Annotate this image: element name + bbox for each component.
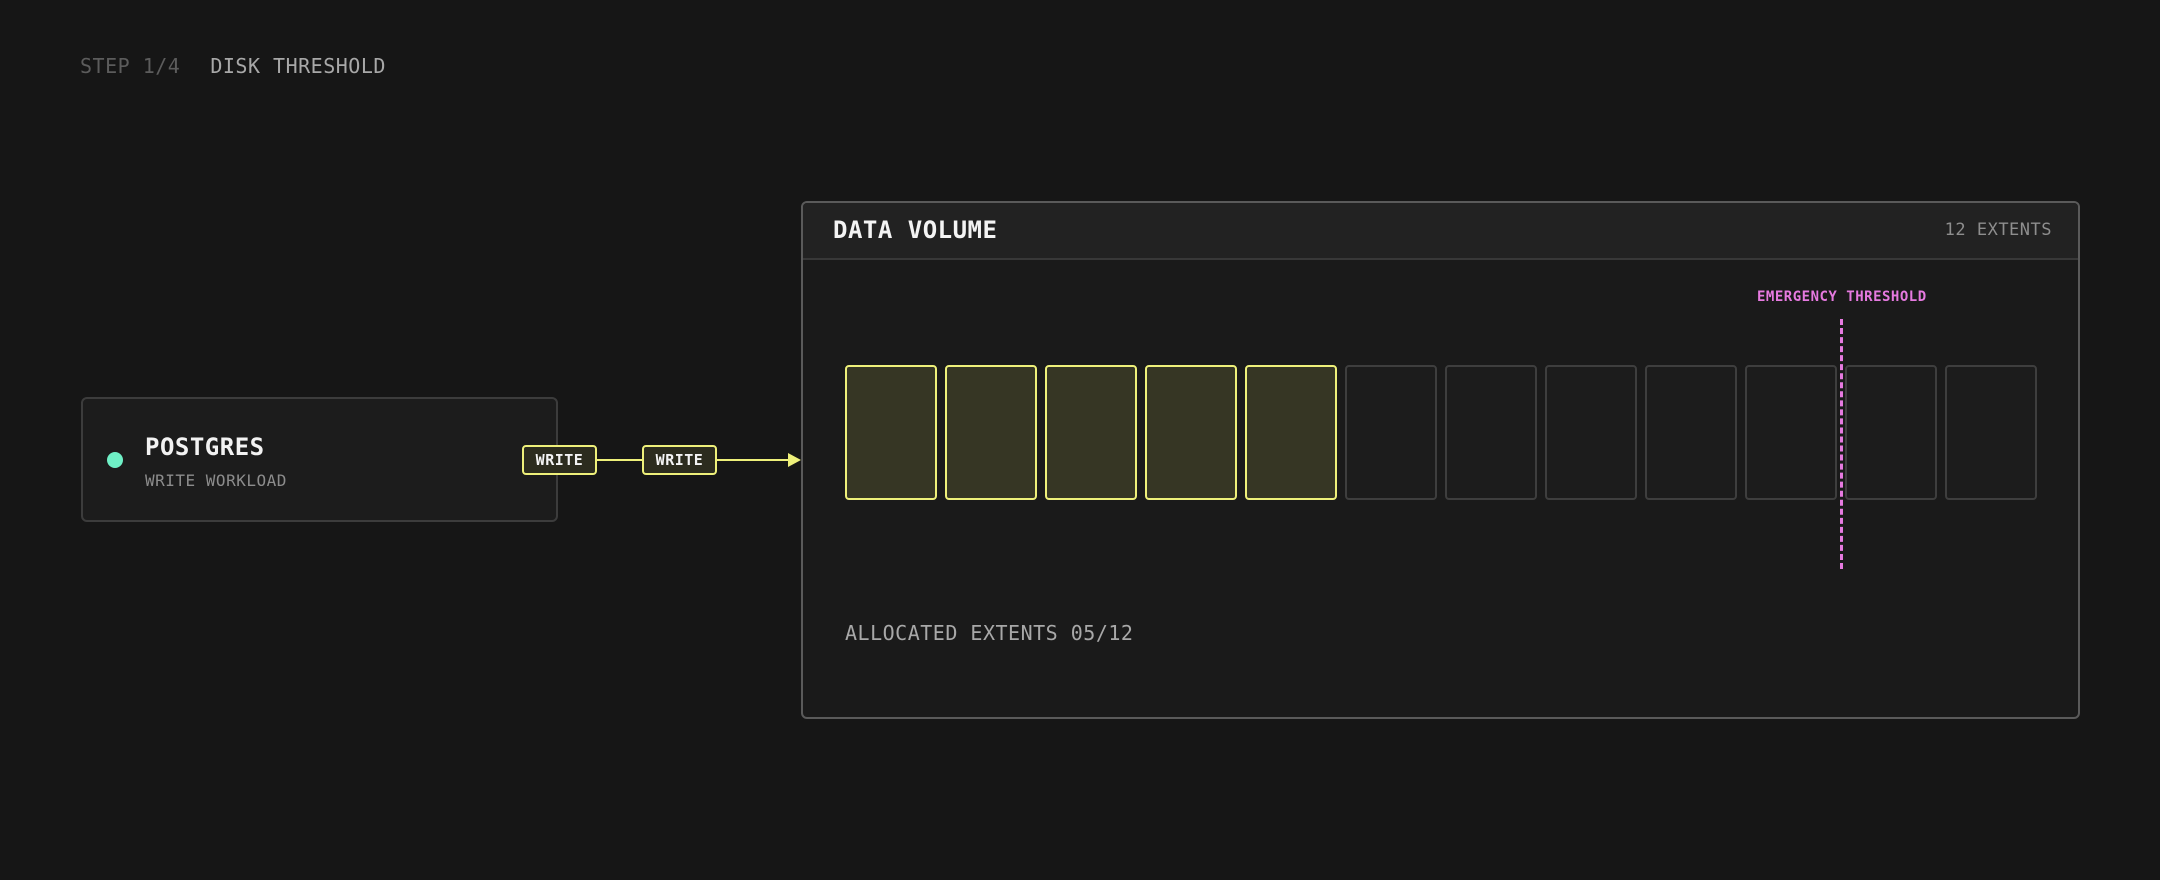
data-volume-panel: DATA VOLUME 12 EXTENTS EMERGENCY THRESHO… <box>801 201 2080 719</box>
step-indicator: STEP 1/4 DISK THRESHOLD <box>80 54 386 78</box>
extent-allocated <box>845 365 937 500</box>
source-subtitle: WRITE WORKLOAD <box>145 471 287 490</box>
extent-allocated <box>1145 365 1237 500</box>
extent-free <box>1945 365 2037 500</box>
step-title: DISK THRESHOLD <box>210 54 386 78</box>
step-number: STEP 1/4 <box>80 54 181 78</box>
extent-count: 12 EXTENTS <box>1944 220 2052 240</box>
extent-allocated <box>945 365 1037 500</box>
extent-free <box>1845 365 1937 500</box>
extent-free <box>1645 365 1737 500</box>
status-dot-icon <box>107 452 123 468</box>
threshold-label: EMERGENCY THRESHOLD <box>1757 289 1927 305</box>
postgres-node: POSTGRES WRITE WORKLOAD <box>81 397 558 522</box>
allocated-extents-label: ALLOCATED EXTENTS 05/12 <box>845 621 1134 645</box>
extent-free <box>1445 365 1537 500</box>
write-label-1: WRITE <box>522 445 597 475</box>
emergency-threshold-line <box>1840 319 1843 569</box>
extent-allocated <box>1245 365 1337 500</box>
volume-header: DATA VOLUME 12 EXTENTS <box>803 203 2078 260</box>
source-name: POSTGRES <box>145 433 265 461</box>
extent-free <box>1745 365 1837 500</box>
write-label-2: WRITE <box>642 445 717 475</box>
extent-allocated <box>1045 365 1137 500</box>
volume-title: DATA VOLUME <box>833 216 998 244</box>
arrowhead-icon <box>788 453 801 467</box>
extent-free <box>1345 365 1437 500</box>
extent-free <box>1545 365 1637 500</box>
